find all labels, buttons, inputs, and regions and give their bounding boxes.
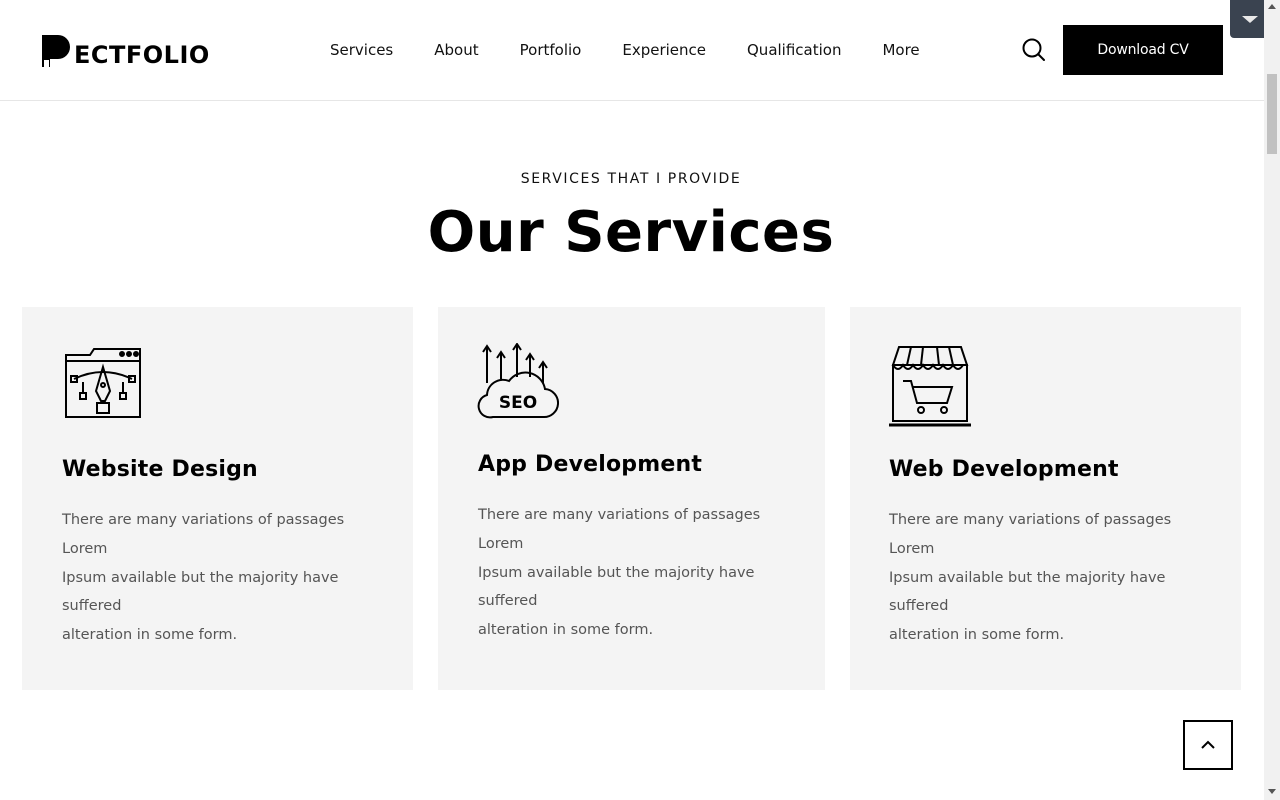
nav-services[interactable]: Services (330, 40, 393, 60)
design-pen-tool-icon (62, 345, 144, 427)
card-title: Website Design (62, 457, 258, 482)
card-description: There are many variations of passages Lo… (478, 501, 778, 645)
card-desc-line: Lorem (478, 535, 524, 552)
page-scrollbar[interactable] (1264, 0, 1280, 800)
card-description: There are many variations of passages Lo… (62, 506, 362, 650)
chevron-up-icon (1199, 736, 1217, 759)
search-icon[interactable] (1021, 37, 1047, 63)
nav-more[interactable]: More (882, 40, 919, 60)
card-desc-line: Lorem (62, 540, 108, 557)
scroll-up-arrow-icon[interactable] (1268, 4, 1276, 9)
download-cv-button[interactable]: Download CV (1063, 25, 1223, 75)
card-desc-line: There are many variations of passages (889, 512, 1172, 528)
card-desc-line: alteration in some form. (889, 627, 1065, 644)
seo-cloud-icon: SEO (477, 342, 560, 425)
logo-text: ECTFOLIO (74, 41, 210, 69)
service-card-app-development[interactable]: SEO App Development There are many varia… (438, 307, 825, 690)
scroll-down-arrow-icon[interactable] (1268, 789, 1276, 794)
site-logo[interactable]: ECTFOLIO (40, 32, 210, 70)
card-title: Web Development (889, 457, 1119, 482)
logo-mark-icon (40, 33, 72, 69)
svg-text:SEO: SEO (499, 393, 537, 413)
scrollbar-thumb[interactable] (1267, 74, 1277, 154)
section-title: Our Services (427, 200, 835, 265)
section-eyebrow: SERVICES THAT I PROVIDE (520, 171, 742, 187)
site-header: ECTFOLIO Services About Portfolio Experi… (0, 0, 1264, 101)
card-title: App Development (478, 452, 703, 477)
nav-qualification[interactable]: Qualification (747, 40, 841, 60)
shop-cart-icon (889, 345, 971, 427)
card-desc-line: suffered (889, 598, 949, 615)
service-card-web-development[interactable]: Web Development There are many variation… (850, 307, 1241, 690)
card-desc-line: There are many variations of passages (62, 512, 345, 528)
service-card-website-design[interactable]: Website Design There are many variations… (22, 307, 413, 690)
card-desc-line: alteration in some form. (478, 622, 654, 639)
card-desc-line: Ipsum available but the majority have (62, 569, 339, 586)
nav-portfolio[interactable]: Portfolio (520, 40, 582, 60)
back-to-top-button[interactable] (1183, 720, 1233, 770)
card-desc-line: Lorem (889, 540, 935, 557)
main-nav: Services About Portfolio Experience Qual… (330, 40, 961, 60)
nav-experience[interactable]: Experience (622, 40, 706, 60)
chevron-down-icon (1242, 16, 1258, 23)
card-desc-line: alteration in some form. (62, 627, 238, 644)
card-desc-line: suffered (62, 598, 122, 615)
nav-about[interactable]: About (434, 40, 478, 60)
card-desc-line: Ipsum available but the majority have (478, 564, 755, 581)
card-description: There are many variations of passages Lo… (889, 506, 1189, 650)
card-desc-line: Ipsum available but the majority have (889, 569, 1166, 586)
card-desc-line: There are many variations of passages (478, 507, 761, 523)
card-desc-line: suffered (478, 593, 538, 610)
